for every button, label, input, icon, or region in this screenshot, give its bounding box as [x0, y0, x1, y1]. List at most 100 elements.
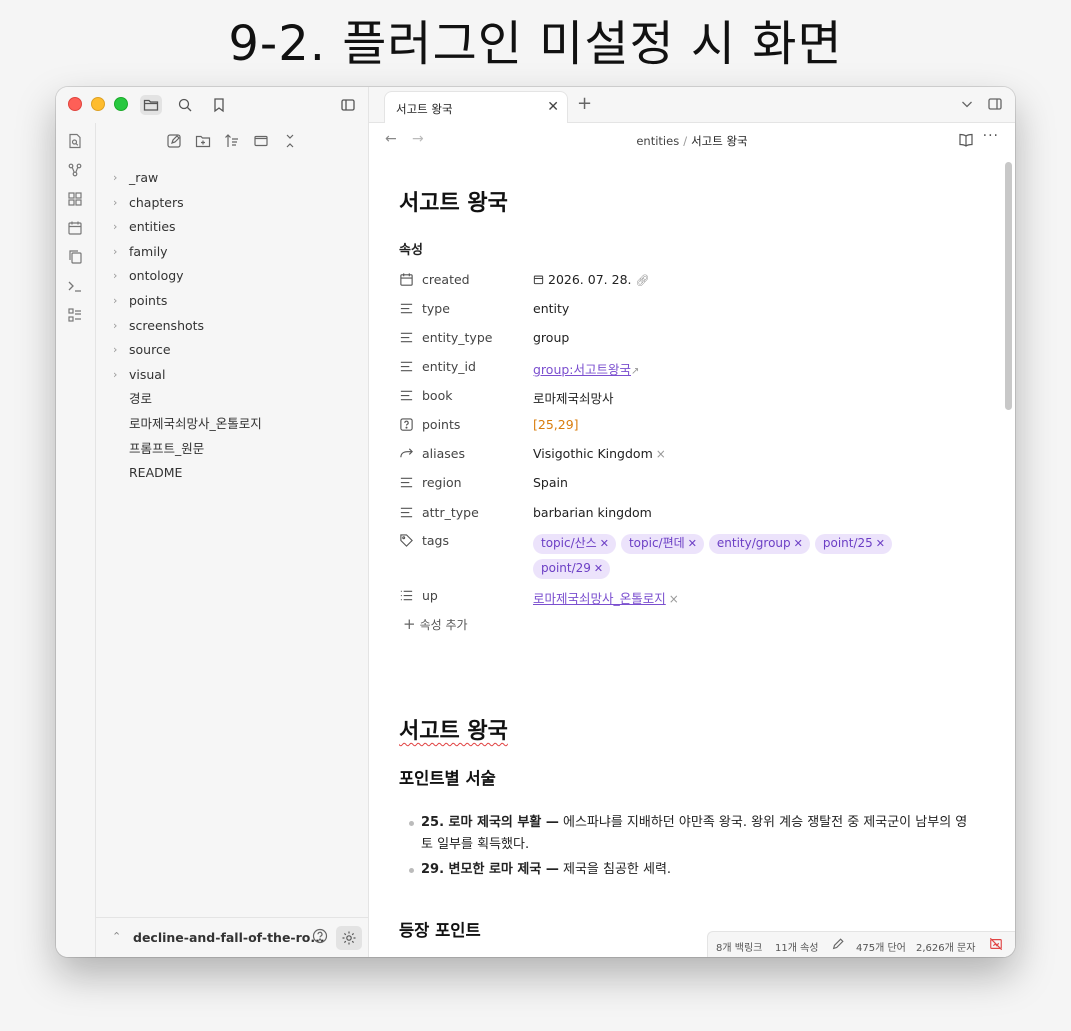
- inline-title[interactable]: 서고트 왕국: [399, 185, 508, 217]
- property-value[interactable]: group: [533, 330, 569, 345]
- search-icon[interactable]: [174, 95, 196, 115]
- collapse-all-icon[interactable]: [282, 133, 300, 151]
- tag-pill[interactable]: topic/산스 ✕: [533, 534, 616, 554]
- add-property-button[interactable]: + 속성 추가: [403, 615, 468, 633]
- file-item[interactable]: 프롬프트_원문: [96, 437, 368, 462]
- view-header: ← → entities / 서고트 왕국 ···: [369, 123, 1015, 157]
- folder-ontology[interactable]: › ontology: [96, 264, 368, 289]
- tag-pill[interactable]: point/29 ✕: [533, 559, 611, 579]
- collapse-view-icon[interactable]: [253, 133, 271, 151]
- list-item[interactable]: 25. 로마 제국의 부활 — 에스파냐를 지배하던 야만족 왕국. 왕위 계승…: [409, 812, 971, 856]
- remove-icon[interactable]: ✕: [688, 537, 697, 550]
- close-icon[interactable]: ✕: [547, 99, 559, 115]
- property-key[interactable]: attr_type: [422, 505, 479, 520]
- help-icon[interactable]: [312, 928, 330, 946]
- breadcrumb-folder[interactable]: entities: [636, 134, 679, 148]
- canvas-icon[interactable]: [66, 191, 84, 209]
- file-item[interactable]: 경로: [96, 387, 368, 412]
- terminal-icon[interactable]: [66, 278, 84, 296]
- remove-icon[interactable]: ✕: [600, 537, 609, 550]
- property-key[interactable]: up: [422, 588, 438, 603]
- properties-heading: 속성: [399, 243, 423, 258]
- chevron-down-icon[interactable]: [959, 96, 975, 112]
- editor[interactable]: 서고트 왕국 속성 created 2026. 07. 28. 🔗︎ type …: [369, 157, 1015, 957]
- property-value[interactable]: 로마제국쇠망사_온톨로지 ×: [533, 588, 679, 607]
- folder-points[interactable]: › points: [96, 289, 368, 314]
- property-key[interactable]: type: [422, 301, 450, 316]
- zoom-window-button[interactable]: [114, 97, 128, 111]
- property-key[interactable]: points: [422, 417, 460, 432]
- property-key[interactable]: created: [422, 272, 470, 287]
- property-value[interactable]: barbarian kingdom: [533, 505, 652, 520]
- property-key[interactable]: book: [422, 388, 452, 403]
- property-key[interactable]: aliases: [422, 446, 465, 461]
- tab-active[interactable]: 서고트 왕국 ✕: [384, 91, 568, 123]
- heading-1[interactable]: 서고트 왕국: [399, 713, 508, 745]
- vault-name[interactable]: decline-and-fall-of-the-ro...: [133, 930, 325, 945]
- sync-off-icon[interactable]: [989, 937, 1003, 951]
- tag-pill[interactable]: entity/group ✕: [708, 534, 810, 554]
- new-tab-button[interactable]: +: [577, 93, 592, 114]
- gear-icon[interactable]: [336, 926, 362, 950]
- property-key[interactable]: tags: [422, 533, 449, 548]
- property-value[interactable]: 로마제국쇠망사: [533, 388, 614, 407]
- folder-raw[interactable]: › _raw: [96, 166, 368, 191]
- property-key[interactable]: entity_type: [422, 330, 492, 345]
- close-window-button[interactable]: [68, 97, 82, 111]
- tag-pill[interactable]: point/25 ✕: [814, 534, 892, 554]
- remove-icon[interactable]: ×: [656, 447, 666, 461]
- remove-icon[interactable]: ✕: [594, 562, 603, 575]
- property-key[interactable]: entity_id: [422, 359, 476, 374]
- pencil-icon[interactable]: [831, 937, 845, 951]
- property-value[interactable]: [25,29]: [533, 417, 579, 432]
- property-value[interactable]: Visigothic Kingdom ×: [533, 446, 666, 461]
- heading-2[interactable]: 포인트별 서술: [399, 765, 496, 789]
- checklist-icon[interactable]: [66, 307, 84, 325]
- folder-chapters[interactable]: › chapters: [96, 191, 368, 216]
- property-value[interactable]: topic/산스 ✕ topic/편데 ✕ entity/group ✕ point/25 ✕…: [533, 530, 913, 580]
- quick-switcher-icon[interactable]: [66, 133, 84, 151]
- remove-icon[interactable]: ×: [669, 592, 679, 606]
- scrollbar[interactable]: [1005, 162, 1012, 410]
- remove-icon[interactable]: ✕: [876, 537, 885, 550]
- bookmark-icon[interactable]: [208, 95, 230, 115]
- backlinks-count[interactable]: 8개 백링크: [716, 939, 762, 954]
- list-item[interactable]: 29. 변모한 로마 제국 — 제국을 침공한 세력.: [409, 859, 971, 881]
- folder-screenshots[interactable]: › screenshots: [96, 314, 368, 339]
- property-entity-type: entity_type group: [399, 327, 959, 349]
- tag-pill[interactable]: topic/편데 ✕: [620, 534, 704, 554]
- folder-source[interactable]: › source: [96, 338, 368, 363]
- more-options-icon[interactable]: ···: [983, 128, 999, 144]
- link-icon[interactable]: 🔗︎: [635, 274, 649, 287]
- copy-icon[interactable]: [66, 249, 84, 267]
- right-sidebar-toggle-icon[interactable]: [987, 96, 1003, 112]
- remove-icon[interactable]: ✕: [794, 537, 803, 550]
- property-value[interactable]: entity: [533, 301, 569, 316]
- heading-2[interactable]: 등장 포인트: [399, 917, 481, 941]
- folder-family[interactable]: › family: [96, 240, 368, 265]
- file-item[interactable]: 로마제국쇠망사_온톨로지: [96, 412, 368, 437]
- external-link[interactable]: group:서고트왕국: [533, 362, 631, 377]
- chevron-updown-icon[interactable]: ⌃: [112, 930, 121, 943]
- new-note-icon[interactable]: [166, 133, 184, 151]
- property-value[interactable]: 2026. 07. 28. 🔗︎: [533, 272, 649, 287]
- properties-count[interactable]: 11개 속성: [775, 939, 819, 954]
- property-tags: tags topic/산스 ✕ topic/편데 ✕ entity/group ✕ poin…: [399, 530, 959, 580]
- reading-view-icon[interactable]: [958, 132, 974, 148]
- graph-icon[interactable]: [66, 162, 84, 180]
- sort-icon[interactable]: [224, 133, 242, 151]
- internal-link[interactable]: 로마제국쇠망사_온톨로지: [533, 591, 666, 606]
- property-value[interactable]: group:서고트왕국↗: [533, 359, 639, 378]
- page-heading: 9-2. 플러그인 미설정 시 화면: [228, 16, 843, 72]
- minimize-window-button[interactable]: [91, 97, 105, 111]
- folder-entities[interactable]: › entities: [96, 215, 368, 240]
- sidebar-toggle-icon[interactable]: [337, 95, 359, 115]
- folder-icon[interactable]: [140, 95, 162, 115]
- breadcrumb-current[interactable]: 서고트 왕국: [691, 134, 748, 148]
- folder-visual[interactable]: › visual: [96, 363, 368, 388]
- new-folder-icon[interactable]: [195, 133, 213, 151]
- calendar-icon[interactable]: [66, 220, 84, 238]
- property-key[interactable]: region: [422, 475, 462, 490]
- file-item[interactable]: README: [96, 461, 368, 486]
- property-value[interactable]: Spain: [533, 475, 568, 490]
